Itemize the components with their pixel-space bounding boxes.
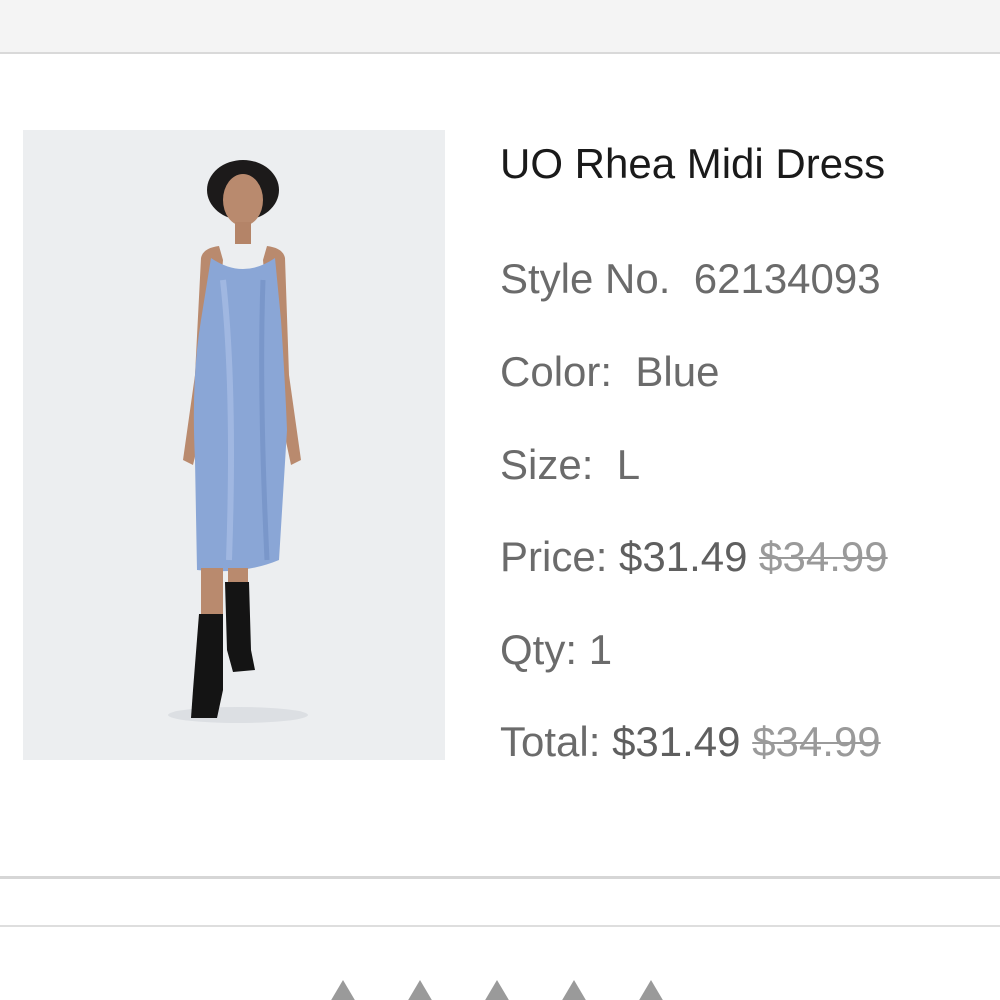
- size-row: Size: L: [500, 441, 640, 489]
- star-icon[interactable]: [407, 980, 433, 1000]
- star-icon[interactable]: [484, 980, 510, 1000]
- qty-row: Qty: 1: [500, 626, 612, 674]
- price-original: $34.99: [759, 533, 888, 580]
- style-label: Style No.: [500, 255, 671, 302]
- qty-label: Qty:: [500, 626, 578, 673]
- product-title[interactable]: UO Rhea Midi Dress: [500, 140, 885, 188]
- total-label: Total:: [500, 718, 601, 765]
- price-value: $31.49: [619, 533, 748, 580]
- total-original: $34.99: [752, 718, 881, 765]
- star-icon[interactable]: [330, 980, 356, 1000]
- price-row: Price: $31.49 $34.99: [500, 533, 888, 581]
- color-row: Color: Blue: [500, 348, 719, 396]
- size-value: L: [616, 441, 641, 488]
- size-label: Size:: [500, 441, 594, 488]
- color-value: Blue: [635, 348, 720, 395]
- total-value: $31.49: [612, 718, 741, 765]
- product-image[interactable]: [23, 130, 445, 760]
- top-bar: [0, 0, 1000, 54]
- color-label: Color:: [500, 348, 613, 395]
- rating-stars[interactable]: [330, 980, 670, 1000]
- style-number-row: Style No. 62134093: [500, 255, 881, 303]
- price-label: Price:: [500, 533, 608, 580]
- section-divider-secondary: [0, 925, 1000, 927]
- total-row: Total: $31.49 $34.99: [500, 718, 881, 766]
- star-icon[interactable]: [638, 980, 664, 1000]
- order-item-page: UO Rhea Midi Dress Style No. 62134093 Co…: [0, 0, 1000, 1000]
- dress-photo-icon: [23, 130, 445, 760]
- qty-value: 1: [588, 626, 613, 673]
- section-divider: [0, 876, 1000, 879]
- star-icon[interactable]: [561, 980, 587, 1000]
- style-number: 62134093: [693, 255, 881, 302]
